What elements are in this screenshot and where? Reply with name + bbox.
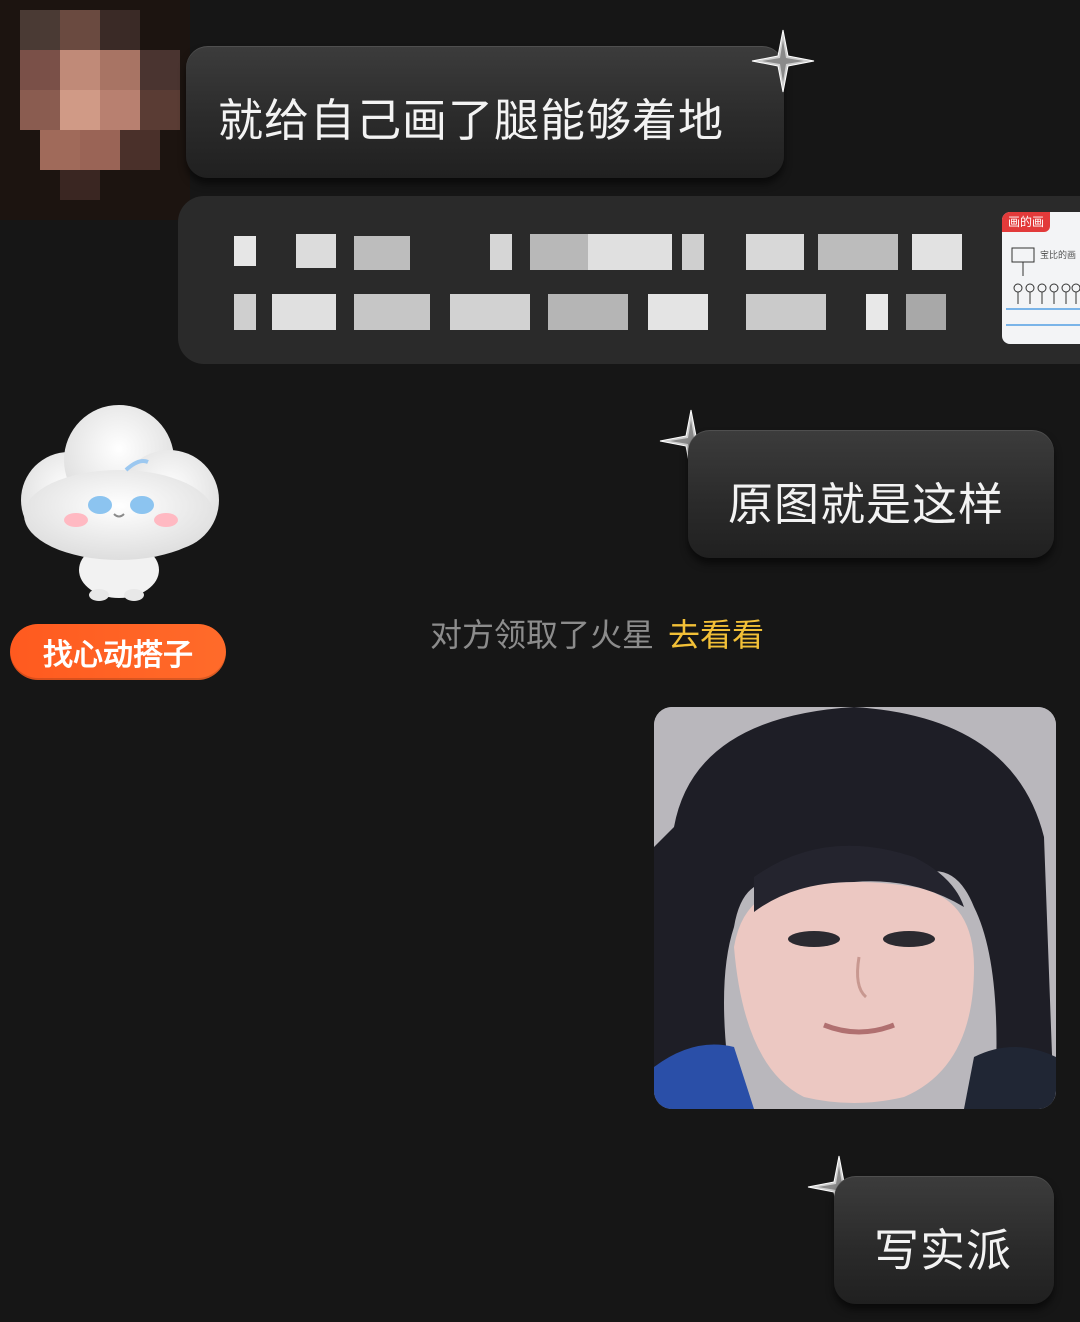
photo-message[interactable]	[654, 707, 1056, 1109]
message-text: 就给自己画了腿能够着地	[218, 94, 725, 147]
system-notice-text: 对方领取了火星	[430, 616, 655, 654]
go-see-link[interactable]: 去看看	[668, 616, 764, 654]
message-bubble-incoming[interactable]: 就给自己画了腿能够着地	[186, 46, 784, 178]
sketch-drawing	[1006, 247, 1080, 326]
quoted-message[interactable]	[178, 196, 1080, 364]
avatar[interactable]	[0, 0, 190, 220]
message-bubble-outgoing[interactable]: 写实派	[834, 1176, 1054, 1304]
message-bubble-outgoing[interactable]: 原图就是这样	[688, 430, 1054, 558]
thumbnail-tag: 画的画	[1002, 212, 1051, 232]
mascot-cloud[interactable]	[14, 400, 224, 605]
chat-screen: 就给自己画了腿能够着地 画的画 宝比的画 原图就是这样 找心动搭子 对方领取了火…	[0, 0, 1080, 1322]
system-notice: 对方领取了火星 去看看	[430, 614, 764, 656]
message-text: 原图就是这样	[728, 478, 1005, 531]
find-partner-button[interactable]: 找心动搭子	[10, 624, 226, 680]
message-text: 写实派	[874, 1224, 1013, 1277]
quoted-image-thumbnail[interactable]: 画的画 宝比的画	[1002, 212, 1080, 344]
sparkle-icon	[751, 29, 815, 93]
